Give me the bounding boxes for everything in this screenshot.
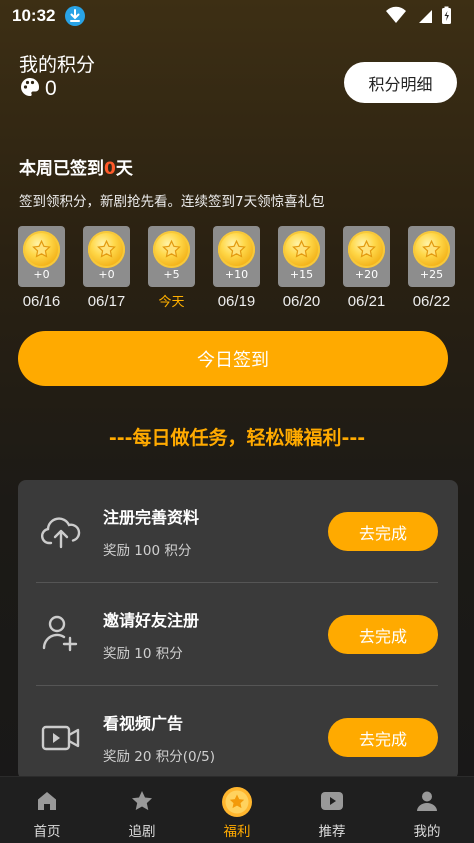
checkin-day-points: +0 <box>33 268 50 281</box>
play-icon <box>320 789 344 813</box>
checkin-day-card: +15 <box>278 226 325 287</box>
checkin-day: +15 06/20 <box>278 226 325 310</box>
coin-icon <box>88 231 125 268</box>
checkin-day-card: +0 <box>18 226 65 287</box>
sign-in-button[interactable]: 今日签到 <box>18 331 448 386</box>
nav-label: 福利 <box>223 824 251 840</box>
nav-label: 推荐 <box>318 824 346 840</box>
task-reward: 奖励 10 积分 <box>103 646 183 662</box>
battery-icon <box>442 6 451 24</box>
nav-label: 我的 <box>413 824 441 840</box>
checkin-day-card: +10 <box>213 226 260 287</box>
task-item: 注册完善资料 奖励 100 积分 去完成 <box>18 480 458 583</box>
checkin-count: 0 <box>104 159 116 179</box>
checkin-day: +0 06/16 <box>18 226 65 310</box>
nav-label: 追剧 <box>128 824 156 840</box>
checkin-day-points: +5 <box>163 268 180 281</box>
coin-icon <box>218 231 255 268</box>
nav-item-welfare[interactable]: 福利 <box>190 777 284 843</box>
bottom-nav: 首页 追剧 福利 推荐 我的 <box>0 776 474 843</box>
checkin-description: 签到领积分，新剧抢先看。连续签到7天领惊喜礼包 <box>19 194 325 210</box>
task-item: 邀请好友注册 奖励 10 积分 去完成 <box>18 583 458 686</box>
points-value: 0 <box>45 77 57 100</box>
status-icons <box>374 6 464 26</box>
nav-label: 首页 <box>33 824 61 840</box>
nav-item-mine[interactable]: 我的 <box>380 777 474 843</box>
checkin-day-label: 06/21 <box>347 293 386 310</box>
nav-item-follow[interactable]: 追剧 <box>95 777 189 843</box>
palette-icon <box>19 76 41 102</box>
cloud-upload-icon <box>40 513 82 551</box>
coin-star-icon <box>221 786 253 818</box>
star-icon <box>130 789 154 813</box>
checkin-day: +25 06/22 <box>408 226 455 310</box>
checkin-day: +0 06/17 <box>83 226 130 310</box>
signal-icon <box>419 10 432 23</box>
coin-icon <box>23 231 60 268</box>
checkin-day-points: +25 <box>419 268 444 281</box>
checkin-day: +5 今天 <box>148 226 195 310</box>
task-name: 邀请好友注册 <box>103 611 200 630</box>
checkin-day-card: +20 <box>343 226 390 287</box>
video-camera-icon <box>40 719 82 757</box>
checkin-day-points: +20 <box>354 268 379 281</box>
task-name: 看视频广告 <box>103 714 184 733</box>
checkin-day-points: +10 <box>224 268 249 281</box>
nav-item-recommend[interactable]: 推荐 <box>285 777 379 843</box>
task-name: 注册完善资料 <box>103 508 200 527</box>
checkin-day: +10 06/19 <box>213 226 260 310</box>
coin-icon <box>283 231 320 268</box>
checkin-day-label: 06/17 <box>87 293 126 310</box>
points-detail-button[interactable]: 积分明细 <box>344 62 457 103</box>
checkin-day-label: 06/22 <box>412 293 451 310</box>
home-icon <box>35 789 59 813</box>
coin-icon <box>348 231 385 268</box>
person-icon <box>415 789 439 813</box>
checkin-day-label: 06/20 <box>282 293 321 310</box>
watch-ad-button[interactable]: 去完成 <box>328 718 438 757</box>
points-summary: 0 <box>19 76 57 102</box>
checkin-day-label: 今天 <box>158 294 185 309</box>
checkin-day-label: 06/19 <box>217 293 256 310</box>
checkin-day-points: +15 <box>289 268 314 281</box>
checkin-day-card: +0 <box>83 226 130 287</box>
task-reward: 奖励 20 积分(0/5) <box>103 749 216 765</box>
checkin-title: 本周已签到0天 <box>19 159 133 179</box>
points-title: 我的积分 <box>19 54 96 76</box>
task-item: 看视频广告 奖励 20 积分(0/5) 去完成 <box>18 686 458 780</box>
status-bar: 10:32 <box>0 0 474 34</box>
task-reward: 奖励 100 积分 <box>103 543 192 559</box>
complete-profile-button[interactable]: 去完成 <box>328 512 438 551</box>
task-panel: 注册完善资料 奖励 100 积分 去完成 邀请好友注册 奖励 10 积分 去完成… <box>18 480 458 780</box>
invite-friend-button[interactable]: 去完成 <box>328 615 438 654</box>
wifi-icon <box>386 6 406 23</box>
checkin-day-card: +5 <box>148 226 195 287</box>
coin-icon <box>413 231 450 268</box>
download-icon <box>65 6 85 26</box>
checkin-day-card: +25 <box>408 226 455 287</box>
nav-item-home[interactable]: 首页 <box>0 777 94 843</box>
coin-icon <box>153 231 190 268</box>
add-user-icon <box>40 615 82 654</box>
status-time: 10:32 <box>12 6 56 25</box>
checkin-day: +20 06/21 <box>343 226 390 310</box>
checkin-day-label: 06/16 <box>22 293 61 310</box>
tasks-heading: ---每日做任务，轻松赚福利--- <box>108 427 366 449</box>
checkin-day-points: +0 <box>98 268 115 281</box>
